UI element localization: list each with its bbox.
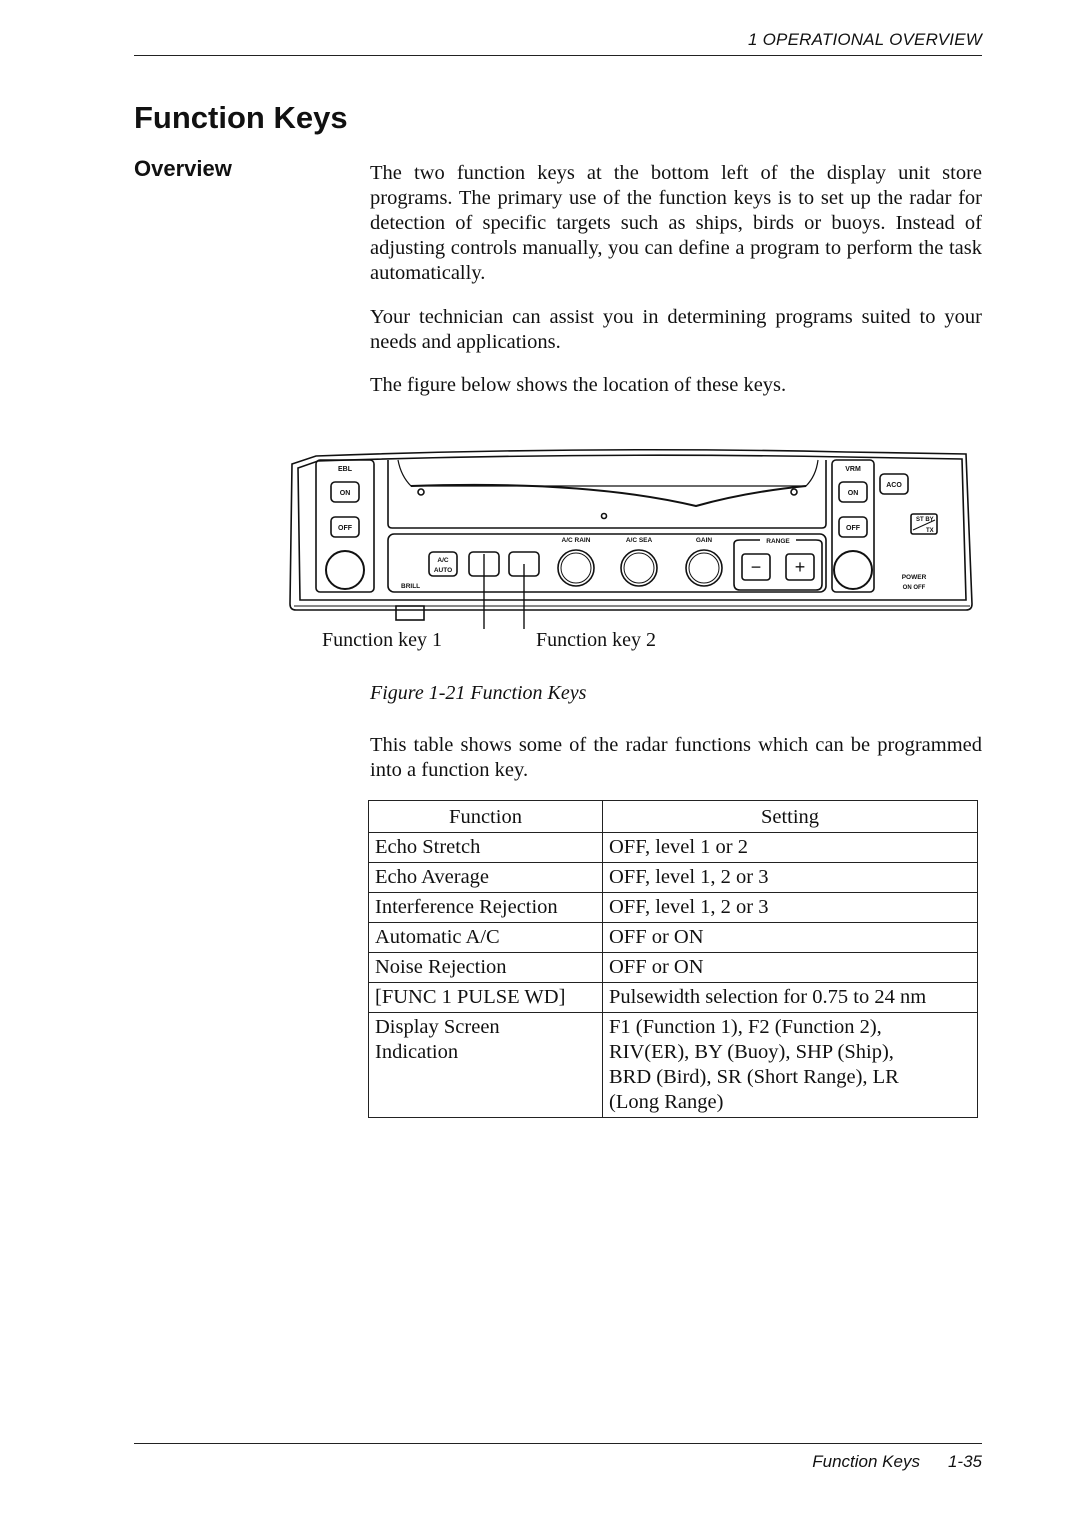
table-row: Interference Rejection OFF, level 1, 2 o… [368, 892, 978, 923]
cell-function: Noise Rejection [368, 952, 603, 983]
cell-function: Interference Rejection [368, 892, 603, 923]
screen-curve [410, 483, 807, 508]
paragraph-table-intro: This table shows some of the radar funct… [370, 733, 982, 783]
paragraph-figure-intro: The figure below shows the location of t… [370, 373, 982, 398]
cell-line: BRD (Bird), SR (Short Range), LR [609, 1066, 899, 1088]
column-header-setting: Setting [602, 800, 978, 833]
figure-caption: Figure 1-21 Function Keys [370, 682, 587, 704]
cell-setting: OFF, level 1, 2 or 3 [602, 892, 978, 923]
cell-setting: OFF, level 1 or 2 [602, 832, 978, 863]
paragraph-intro: The two function keys at the bottom left… [370, 161, 982, 286]
svg-text:AUTO: AUTO [434, 567, 452, 574]
svg-text:A/C SEA: A/C SEA [626, 537, 653, 544]
svg-text:POWER: POWER [902, 574, 927, 581]
cell-line: RIV(ER), BY (Buoy), SHP (Ship), [609, 1041, 894, 1063]
vrm-knob [833, 550, 873, 590]
page-title: Function Keys [134, 100, 348, 135]
cell-line: Display Screen [375, 1016, 500, 1038]
paragraph-text: This table shows some of the radar funct… [370, 734, 982, 781]
svg-text:A/C: A/C [437, 557, 449, 564]
svg-text:VRM: VRM [845, 466, 861, 473]
radar-panel-illustration: EBL ON OFF A/C AUTO BRILL A/C RAIN A/C S… [289, 448, 973, 629]
cell-line: F1 (Function 1), F2 (Function 2), [609, 1016, 882, 1038]
ebl-off-label: OFF [338, 525, 353, 532]
ac-rain-knob [557, 549, 595, 587]
cell-setting: OFF, level 1, 2 or 3 [602, 862, 978, 893]
cell-setting: OFF or ON [602, 922, 978, 953]
svg-text:ST BY: ST BY [916, 517, 934, 523]
footer-rule [134, 1443, 982, 1444]
cell-line: (Long Range) [609, 1091, 724, 1113]
ebl-on-label: ON [340, 490, 351, 497]
paragraph-text: The two function keys at the bottom left… [370, 162, 982, 284]
table-row: Echo Stretch OFF, level 1 or 2 [368, 832, 978, 863]
panel-housing [289, 448, 973, 611]
svg-text:−: − [751, 557, 762, 577]
column-header-function: Function [368, 800, 603, 833]
ac-sea-knob [620, 549, 658, 587]
paragraph-text: Your technician can assist you in determ… [370, 306, 982, 353]
cell-function: Display Screen Indication [368, 1012, 603, 1118]
svg-text:+: + [795, 557, 806, 577]
svg-text:RANGE: RANGE [766, 538, 790, 545]
function-settings-table: Function Setting Echo Stretch OFF, level… [368, 800, 978, 1118]
figure-function-keys: EBL ON OFF A/C AUTO BRILL A/C RAIN A/C S… [286, 444, 976, 664]
range-group [733, 539, 823, 591]
bottom-tab [395, 605, 425, 621]
svg-text:A/C RAIN: A/C RAIN [562, 537, 591, 544]
paragraph-text: The figure below shows the location of t… [370, 374, 787, 396]
footer-section: Function Keys [812, 1452, 920, 1471]
screen-bezel [387, 460, 827, 529]
running-header: 1 OPERATIONAL OVERVIEW [748, 30, 982, 49]
cell-line: Indication [375, 1041, 459, 1063]
page-footer: Function Keys 1-35 [134, 1452, 982, 1472]
cell-setting: Pulsewidth selection for 0.75 to 24 nm [602, 982, 978, 1013]
svg-text:GAIN: GAIN [696, 537, 713, 544]
svg-text:ON: ON [848, 490, 859, 497]
page-number: 1-35 [947, 1452, 982, 1471]
paragraph-technician: Your technician can assist you in determ… [370, 305, 982, 355]
svg-text:ACO: ACO [886, 482, 902, 489]
cell-setting: F1 (Function 1), F2 (Function 2), RIV(ER… [602, 1012, 978, 1118]
svg-text:ON OFF: ON OFF [903, 585, 926, 591]
svg-text:TX: TX [926, 528, 934, 534]
cell-function: [FUNC 1 PULSE WD] [368, 982, 603, 1013]
svg-text:OFF: OFF [846, 525, 861, 532]
callout-function-key-2: Function key 2 [536, 629, 656, 651]
table-row: Automatic A/C OFF or ON [368, 922, 978, 953]
callout-line-key-2 [523, 564, 525, 629]
section-title: Overview [134, 156, 232, 181]
table-row: [FUNC 1 PULSE WD] Pulsewidth selection f… [368, 982, 978, 1013]
ebl-knob [325, 550, 365, 590]
table-header-row: Function Setting [368, 800, 978, 833]
header-rule [134, 55, 982, 56]
table-row: Display Screen Indication F1 (Function 1… [368, 1012, 978, 1118]
ebl-label: EBL [338, 466, 353, 473]
table-row: Noise Rejection OFF or ON [368, 952, 978, 983]
table-row: Echo Average OFF, level 1, 2 or 3 [368, 862, 978, 893]
cell-function: Echo Average [368, 862, 603, 893]
svg-text:BRILL: BRILL [401, 583, 420, 590]
gain-knob [685, 549, 723, 587]
cell-function: Automatic A/C [368, 922, 603, 953]
cell-function: Echo Stretch [368, 832, 603, 863]
callout-function-key-1: Function key 1 [322, 629, 442, 651]
cell-setting: OFF or ON [602, 952, 978, 983]
